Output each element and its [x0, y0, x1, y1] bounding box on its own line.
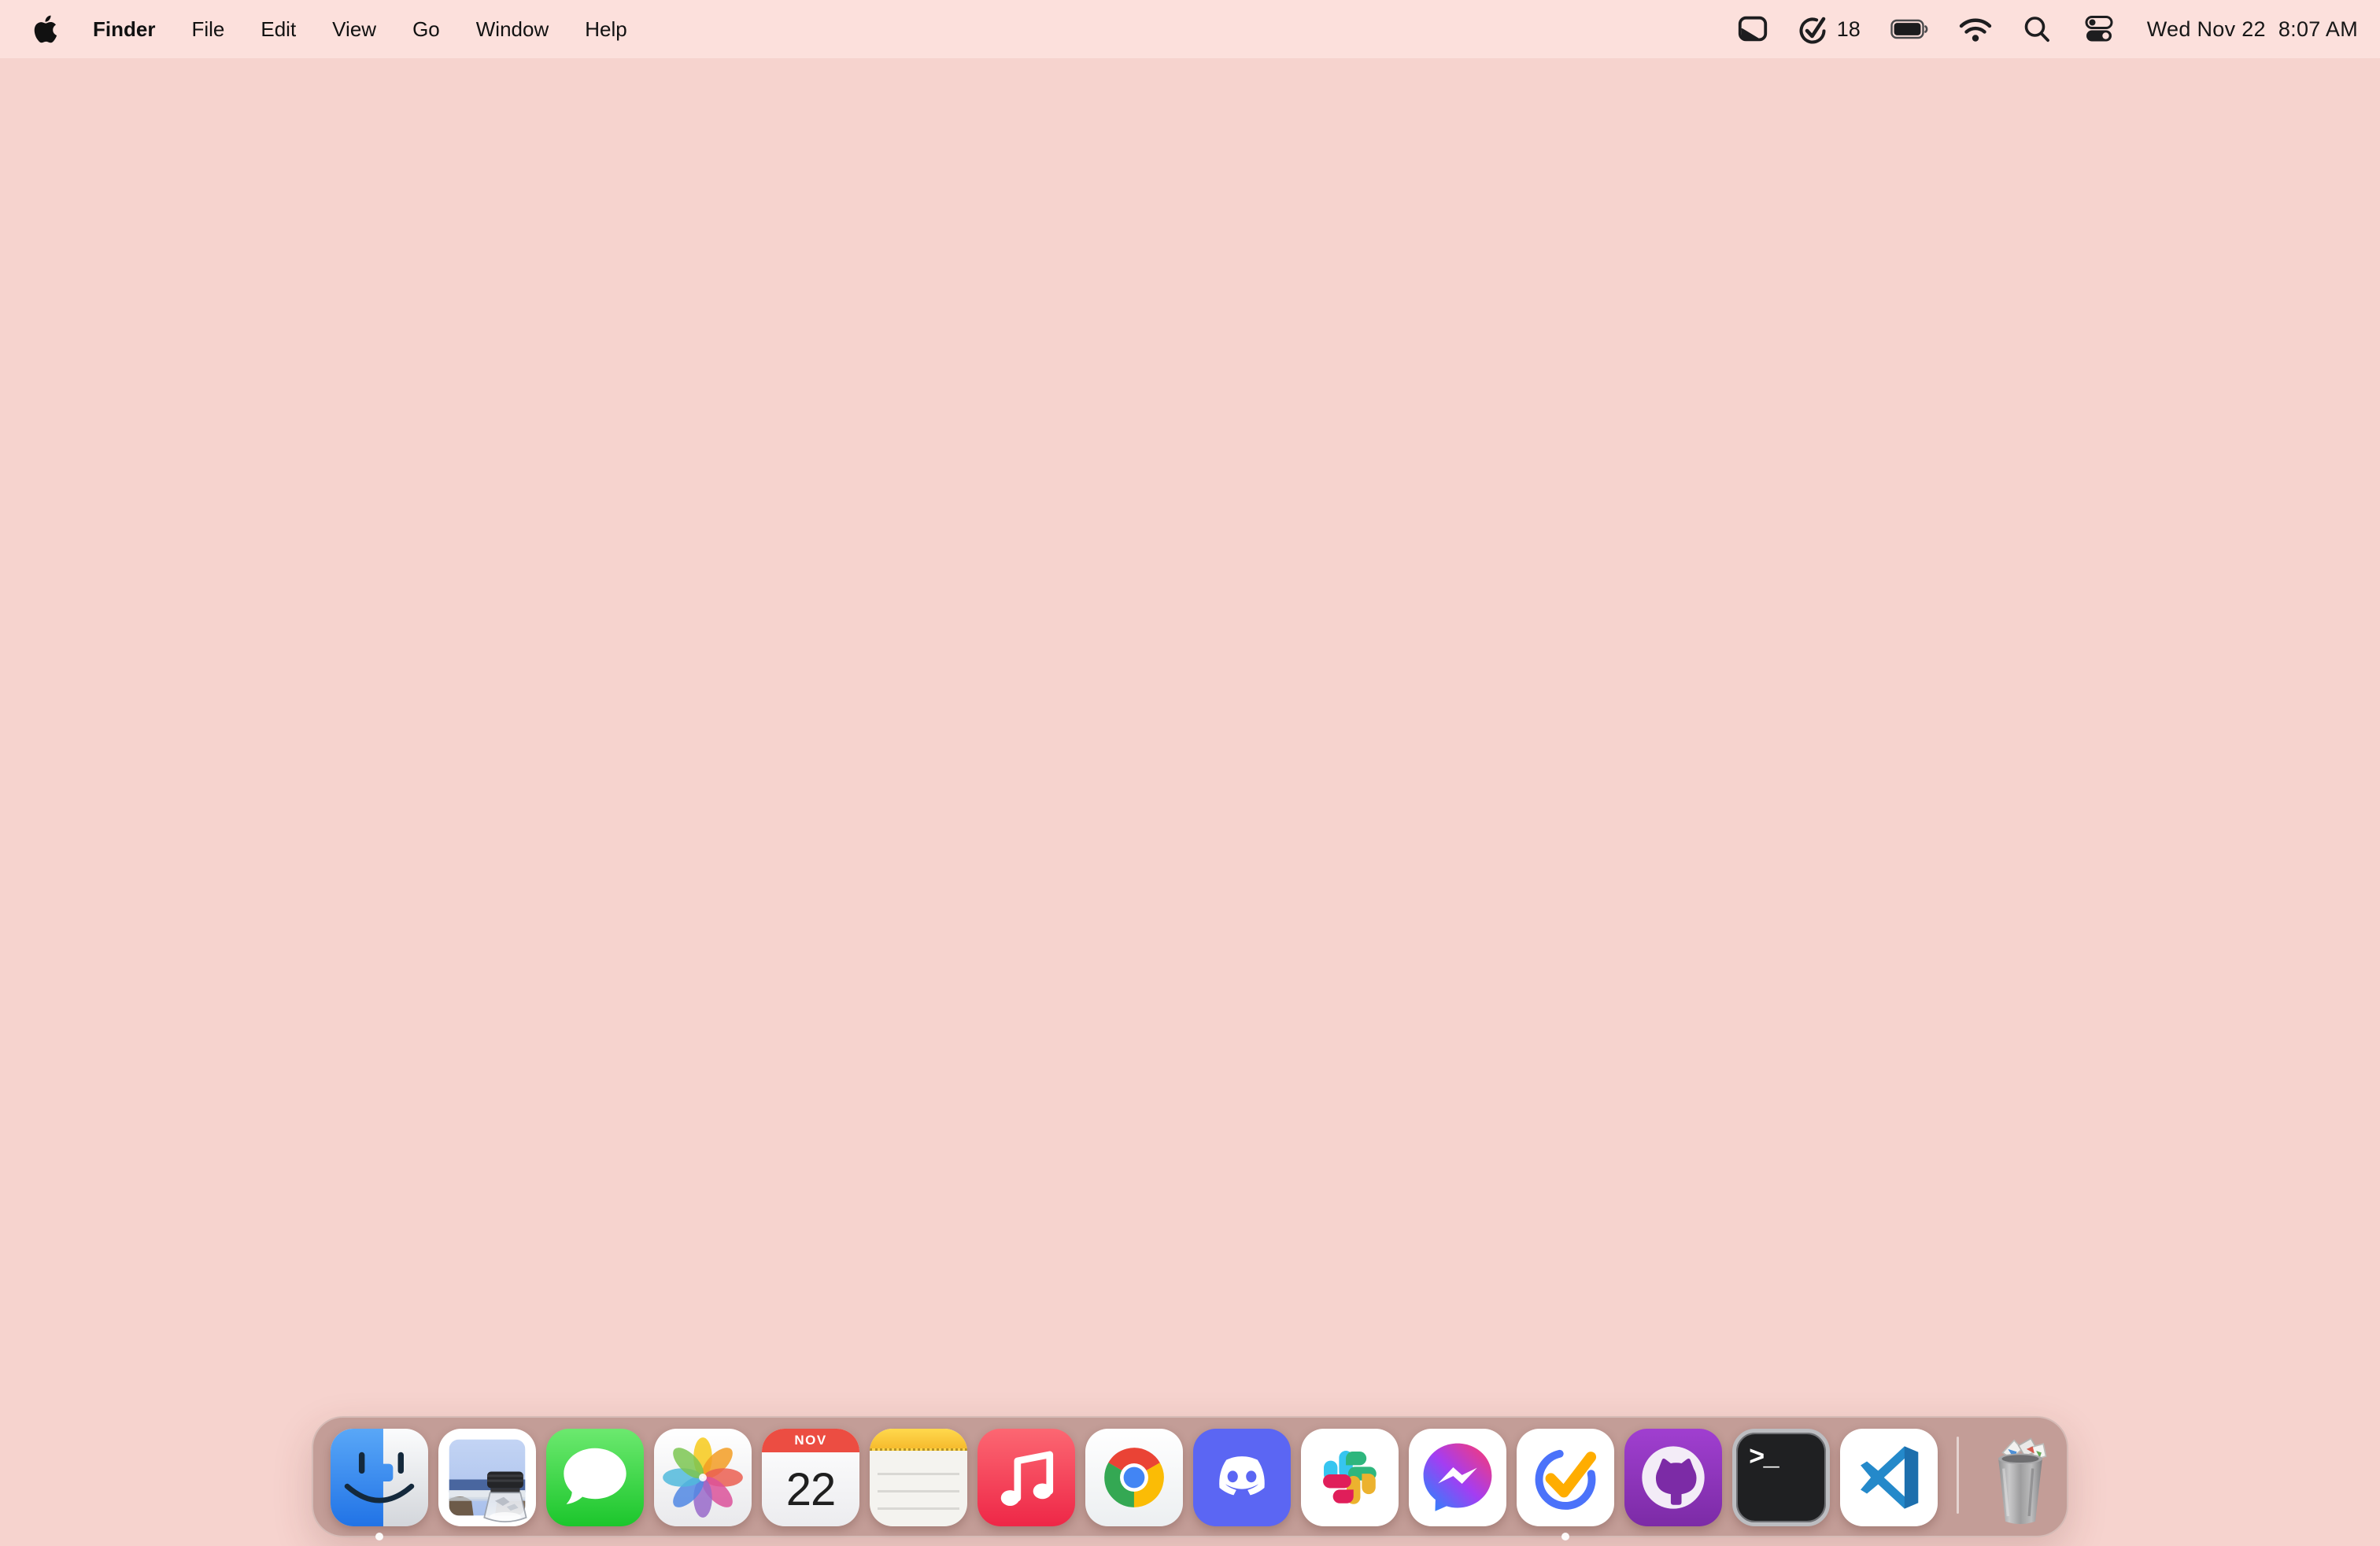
menubar-item-view[interactable]: View: [332, 17, 376, 42]
control-center-icon[interactable]: [2081, 15, 2117, 43]
menu-bar-left: Finder File Edit View Go Window Help: [0, 15, 627, 43]
menubar-date: Wed Nov 22: [2146, 17, 2266, 41]
dock-icon-ticktick[interactable]: [1517, 1429, 1614, 1540]
calendar-month: NOV: [762, 1429, 859, 1452]
menu-bar-status: 18 Wed Nov 22 8:07 AM: [1736, 12, 2380, 46]
dock-icon-preview[interactable]: [438, 1429, 536, 1526]
battery-full-icon[interactable]: [1890, 16, 1928, 43]
dock: NOV 22 >_: [312, 1416, 2068, 1540]
dock-icon-notes[interactable]: [870, 1429, 967, 1526]
ticktick-menubar-badge[interactable]: 18: [1799, 12, 1861, 46]
menubar-time: 8:07 AM: [2278, 17, 2358, 41]
check-circle-icon: [1799, 17, 1826, 44]
dock-icon-photos[interactable]: [654, 1429, 752, 1526]
apple-menu[interactable]: [33, 15, 57, 43]
menubar-item-go[interactable]: Go: [412, 17, 440, 42]
desktop-wallpaper: [0, 58, 2380, 1546]
menubar-item-file[interactable]: File: [191, 17, 224, 42]
menubar-item-window[interactable]: Window: [476, 17, 549, 42]
wifi-icon[interactable]: [1958, 16, 1993, 43]
dock-icon-trash[interactable]: [1976, 1429, 2064, 1529]
dock-icon-discord[interactable]: [1193, 1429, 1291, 1526]
menubar-item-finder[interactable]: Finder: [93, 17, 155, 42]
dock-apps: NOV 22 >_: [331, 1429, 1938, 1540]
dock-icon-slack[interactable]: [1301, 1429, 1399, 1526]
calendar-day: 22: [785, 1463, 837, 1515]
running-indicator: [1561, 1533, 1569, 1540]
dock-separator: [1957, 1437, 1959, 1514]
dock-icon-finder[interactable]: [331, 1429, 428, 1540]
dock-icon-messenger[interactable]: [1409, 1429, 1506, 1526]
dock-icon-vscode[interactable]: [1840, 1429, 1938, 1526]
running-indicator: [375, 1533, 383, 1540]
dock-icon-music[interactable]: [978, 1429, 1075, 1526]
dock-icon-calendar[interactable]: NOV 22: [762, 1429, 859, 1526]
dock-icon-chrome[interactable]: [1085, 1429, 1183, 1526]
screen-mirroring-icon[interactable]: [1736, 13, 1769, 46]
terminal-prompt: >_: [1749, 1444, 1779, 1474]
menubar-clock[interactable]: Wed Nov 22 8:07 AM: [2147, 17, 2358, 42]
search-icon[interactable]: [2023, 14, 2051, 44]
menubar-item-edit[interactable]: Edit: [261, 17, 296, 42]
dock-icon-github[interactable]: [1624, 1429, 1722, 1526]
menu-bar: Finder File Edit View Go Window Help 18: [0, 0, 2380, 58]
dock-icon-terminal[interactable]: >_: [1732, 1429, 1830, 1526]
apple-icon: [34, 15, 57, 43]
dock-icon-messages[interactable]: [546, 1429, 644, 1526]
menubar-item-help[interactable]: Help: [585, 17, 626, 42]
task-count: 18: [1836, 17, 1861, 41]
